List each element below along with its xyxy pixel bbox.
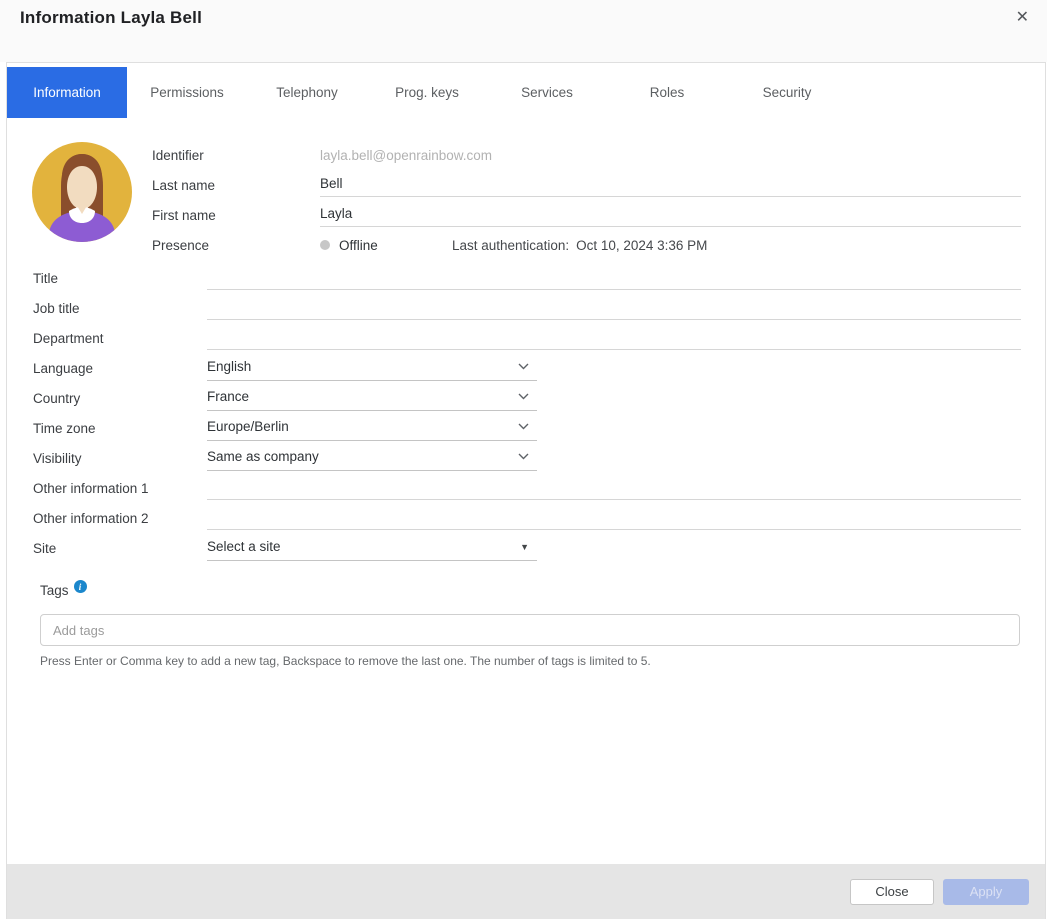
- last-name-label: Last name: [152, 178, 320, 193]
- other-information-2-input[interactable]: [207, 506, 1021, 530]
- tags-helper-text: Press Enter or Comma key to add a new ta…: [40, 654, 1020, 668]
- last-name-input[interactable]: [320, 173, 1021, 197]
- information-tab-content: Identifier layla.bell@openrainbow.com La…: [7, 118, 1045, 864]
- dialog-panel: Information Permissions Telephony Prog. …: [6, 62, 1046, 919]
- site-select-value: Select a site: [207, 539, 281, 554]
- country-select-value: France: [207, 389, 249, 404]
- language-label: Language: [33, 361, 207, 376]
- department-label: Department: [33, 331, 207, 346]
- tab-prog-keys[interactable]: Prog. keys: [367, 67, 487, 118]
- other-information-1-label: Other information 1: [33, 481, 207, 496]
- country-label: Country: [33, 391, 207, 406]
- identifier-row: Identifier layla.bell@openrainbow.com: [152, 140, 1021, 170]
- close-button[interactable]: Close: [850, 879, 934, 905]
- tab-telephony[interactable]: Telephony: [247, 67, 367, 118]
- time-zone-row: Time zone Europe/Berlin: [33, 413, 1021, 443]
- time-zone-select[interactable]: Europe/Berlin: [207, 416, 537, 441]
- identifier-value: layla.bell@openrainbow.com: [320, 148, 492, 163]
- visibility-select-value: Same as company: [207, 449, 319, 464]
- department-input[interactable]: [207, 326, 1021, 350]
- language-row: Language English: [33, 353, 1021, 383]
- presence-label: Presence: [152, 238, 320, 253]
- dialog-footer: Close Apply: [7, 864, 1045, 919]
- time-zone-label: Time zone: [33, 421, 207, 436]
- tab-services[interactable]: Services: [487, 67, 607, 118]
- visibility-label: Visibility: [33, 451, 207, 466]
- site-row: Site Select a site ▼: [33, 533, 1021, 563]
- first-name-label: First name: [152, 208, 320, 223]
- chevron-down-icon: [518, 393, 529, 400]
- country-select[interactable]: France: [207, 386, 537, 411]
- apply-button[interactable]: Apply: [943, 879, 1029, 905]
- tags-section: Tags i Press Enter or Comma key to add a…: [40, 583, 1020, 668]
- other-information-1-row: Other information 1: [33, 473, 1021, 503]
- title-row: Title: [33, 263, 1021, 293]
- presence-offline-dot-icon: [320, 240, 330, 250]
- department-row: Department: [33, 323, 1021, 353]
- first-name-input[interactable]: [320, 203, 1021, 227]
- job-title-input[interactable]: [207, 296, 1021, 320]
- info-icon[interactable]: i: [74, 580, 87, 593]
- title-input[interactable]: [207, 266, 1021, 290]
- visibility-row: Visibility Same as company: [33, 443, 1021, 473]
- last-name-row: Last name: [152, 170, 1021, 200]
- tab-bar: Information Permissions Telephony Prog. …: [7, 63, 1045, 118]
- avatar: [32, 142, 132, 242]
- language-select-value: English: [207, 359, 251, 374]
- presence-row: Presence Offline Last authentication: Oc…: [152, 230, 1021, 260]
- other-information-1-input[interactable]: [207, 476, 1021, 500]
- title-label: Title: [33, 271, 207, 286]
- details-form: Title Job title Department Language Engl…: [33, 263, 1021, 563]
- other-information-2-label: Other information 2: [33, 511, 207, 526]
- site-select[interactable]: Select a site ▼: [207, 536, 537, 561]
- chevron-down-icon: [518, 363, 529, 370]
- site-label: Site: [33, 541, 207, 556]
- profile-fields: Identifier layla.bell@openrainbow.com La…: [152, 140, 1021, 260]
- dropdown-triangle-icon: ▼: [520, 542, 529, 552]
- tab-roles[interactable]: Roles: [607, 67, 727, 118]
- last-authentication-value: Oct 10, 2024 3:36 PM: [576, 238, 707, 253]
- presence-status: Offline: [339, 238, 452, 253]
- visibility-select[interactable]: Same as company: [207, 446, 537, 471]
- chevron-down-icon: [518, 453, 529, 460]
- time-zone-select-value: Europe/Berlin: [207, 419, 289, 434]
- page-title: Information Layla Bell: [20, 8, 202, 28]
- identifier-label: Identifier: [152, 148, 320, 163]
- country-row: Country France: [33, 383, 1021, 413]
- job-title-label: Job title: [33, 301, 207, 316]
- close-icon[interactable]: ✕: [1008, 4, 1037, 32]
- language-select[interactable]: English: [207, 356, 537, 381]
- other-information-2-row: Other information 2: [33, 503, 1021, 533]
- chevron-down-icon: [518, 423, 529, 430]
- tags-input[interactable]: [40, 614, 1020, 646]
- tab-security[interactable]: Security: [727, 67, 847, 118]
- avatar-image: [32, 142, 132, 242]
- tab-information[interactable]: Information: [7, 67, 127, 118]
- tab-permissions[interactable]: Permissions: [127, 67, 247, 118]
- job-title-row: Job title: [33, 293, 1021, 323]
- dialog-titlebar: Information Layla Bell ✕: [0, 0, 1047, 62]
- first-name-row: First name: [152, 200, 1021, 230]
- last-authentication-label: Last authentication:: [452, 238, 569, 253]
- tags-label: Tags: [40, 583, 69, 598]
